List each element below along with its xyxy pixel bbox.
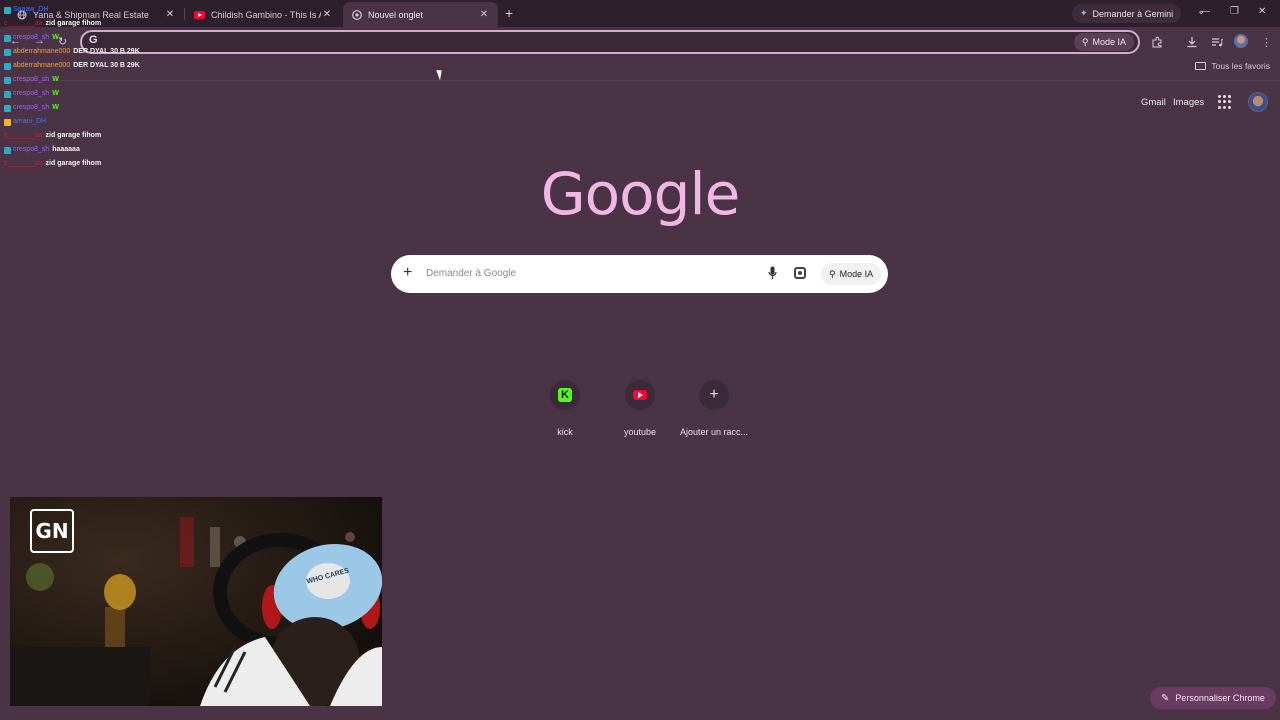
- chat-text: haaaaaa: [52, 146, 80, 153]
- address-bar[interactable]: G ⚲ Mode IA: [80, 30, 1140, 54]
- chat-message: amani_DH: [4, 115, 224, 129]
- minimize-icon[interactable]: —: [1200, 6, 1210, 17]
- chat-message: Saaaw_DH: [4, 3, 224, 17]
- chat-badge-icon: [4, 146, 11, 154]
- images-link[interactable]: Images: [1173, 97, 1204, 108]
- extensions-icon[interactable]: [1151, 36, 1163, 51]
- chat-message: abderrahmane000 DER DYAL 30 B 29K: [4, 59, 224, 73]
- all-bookmarks-label: Tous les favoris: [1211, 61, 1270, 71]
- webcam-overlay: GN WHO CARES: [10, 497, 382, 706]
- chat-text: W: [52, 34, 59, 41]
- gmail-link[interactable]: Gmail: [1141, 97, 1166, 108]
- chat-username: amani_DH: [13, 118, 47, 125]
- shortcut-icon-wrap: [625, 380, 655, 410]
- search-ai-mode-button[interactable]: ⚲ Mode IA: [821, 263, 882, 285]
- chat-username: Saaaw_DH: [13, 6, 49, 13]
- profile-avatar[interactable]: [1234, 34, 1248, 48]
- omnibox-ai-mode-button[interactable]: ⚲ Mode IA: [1073, 33, 1134, 51]
- chat-message: crespo8_sh W: [4, 87, 224, 101]
- chat-username: c_______aa: [4, 132, 43, 139]
- chrome-icon: [351, 9, 362, 20]
- ai-search-icon: ⚲: [829, 268, 836, 279]
- chat-badge-icon: [4, 48, 11, 56]
- crown-badge-icon: [4, 118, 11, 126]
- chat-badge-icon: [4, 76, 11, 84]
- customize-chrome-button[interactable]: ✎ Personnaliser Chrome: [1150, 687, 1276, 709]
- chat-username: crespo8_sh: [13, 76, 50, 83]
- chat-message: crespo8_sh W: [4, 73, 224, 87]
- chat-username: abderrahmane000: [13, 62, 71, 69]
- chat-message: c_______aa zid garage fihom: [4, 157, 224, 171]
- chat-text: W: [52, 90, 59, 97]
- chat-message: c_______aa zid garage fihom: [4, 129, 224, 143]
- more-menu-icon[interactable]: ⋮: [1261, 36, 1272, 49]
- chat-message: crespo8_sh W: [4, 101, 224, 115]
- chat-badge-icon: [4, 62, 11, 70]
- chat-text: W: [52, 104, 59, 111]
- pencil-icon: ✎: [1161, 692, 1170, 704]
- chat-username: crespo8_sh: [13, 104, 50, 111]
- google-apps-icon[interactable]: [1218, 95, 1232, 109]
- search-placeholder: Demander à Google: [426, 268, 517, 279]
- omnibox-ai-mode-label: Mode IA: [1092, 37, 1126, 47]
- ask-gemini-button[interactable]: ✦ Demander à Gemini: [1072, 4, 1182, 23]
- chat-badge-icon: [4, 90, 11, 98]
- gemini-spark-icon: ✦: [1080, 8, 1088, 18]
- search-box[interactable]: + Demander à Google ⚲ Mode IA: [391, 255, 888, 293]
- tab-title: Nouvel onglet: [368, 9, 424, 20]
- customize-chrome-label: Personnaliser Chrome: [1175, 693, 1265, 703]
- chat-username: abderrahmane000: [13, 48, 71, 55]
- tab-new-tab[interactable]: Nouvel onglet ✕: [343, 2, 498, 27]
- google-lens-icon[interactable]: [794, 267, 806, 279]
- chat-badge-icon: [4, 104, 11, 112]
- chat-message: abderrahmane000 DER DYAL 30 B 29K: [4, 45, 224, 59]
- add-attachment-icon[interactable]: +: [403, 264, 412, 282]
- close-window-icon[interactable]: ✕: [1258, 6, 1266, 17]
- kick-icon: K: [558, 388, 572, 402]
- stream-chat-overlay: Saaaw_DH c_______aa zid garage fihom cres…: [4, 3, 224, 171]
- new-tab-plus-icon[interactable]: +: [505, 5, 513, 21]
- folder-icon: [1195, 62, 1207, 70]
- chat-message: c_______aa zid garage fihom: [4, 17, 224, 31]
- chat-username: crespo8_sh: [13, 90, 50, 97]
- downloads-icon[interactable]: [1186, 36, 1198, 51]
- chat-text: DER DYAL 30 B 29K: [73, 48, 140, 55]
- chat-text: zid garage fihom: [45, 132, 102, 139]
- microphone-icon[interactable]: [768, 266, 777, 280]
- chat-username: crespo8_sh: [13, 34, 50, 41]
- youtube-icon: [633, 390, 647, 400]
- chat-text: DER DYAL 30 B 29K: [73, 62, 140, 69]
- chat-username: c_______aa: [4, 20, 43, 27]
- ask-gemini-label: Demander à Gemini: [1092, 8, 1174, 19]
- close-tab-icon[interactable]: ✕: [321, 9, 333, 20]
- account-avatar[interactable]: [1248, 92, 1268, 112]
- mouse-cursor-icon: [436, 68, 445, 81]
- shortcut-add[interactable]: + Ajouter un racc...: [669, 380, 759, 437]
- search-ai-mode-label: Mode IA: [839, 269, 874, 279]
- plus-icon: +: [709, 386, 719, 403]
- chat-message: crespo8_sh W: [4, 31, 224, 45]
- chat-text: W: [52, 76, 59, 83]
- chat-message: crespo8_sh haaaaaa: [4, 143, 224, 157]
- ai-search-icon: ⚲: [1081, 36, 1089, 47]
- shortcut-label: Ajouter un racc...: [679, 427, 749, 437]
- chat-username: crespo8_sh: [13, 146, 50, 153]
- channel-logo: GN: [30, 509, 74, 553]
- chat-text: zid garage fihom: [45, 20, 102, 27]
- chat-badge-icon: [4, 34, 11, 42]
- close-tab-icon[interactable]: ✕: [478, 9, 490, 20]
- channel-logo-text: GN: [35, 519, 69, 543]
- media-controls-icon[interactable]: [1211, 36, 1223, 51]
- shortcut-icon-wrap: +: [699, 380, 729, 410]
- tab-title: Childish Gambino - This Is America: [211, 9, 321, 20]
- shortcut-icon-wrap: K: [550, 380, 580, 410]
- chat-text: zid garage fihom: [45, 160, 102, 167]
- restore-icon[interactable]: ❐: [1230, 6, 1239, 17]
- chat-badge-icon: [4, 6, 11, 14]
- all-bookmarks-button[interactable]: Tous les favoris: [1195, 61, 1270, 71]
- chat-username: c_______aa: [4, 160, 43, 167]
